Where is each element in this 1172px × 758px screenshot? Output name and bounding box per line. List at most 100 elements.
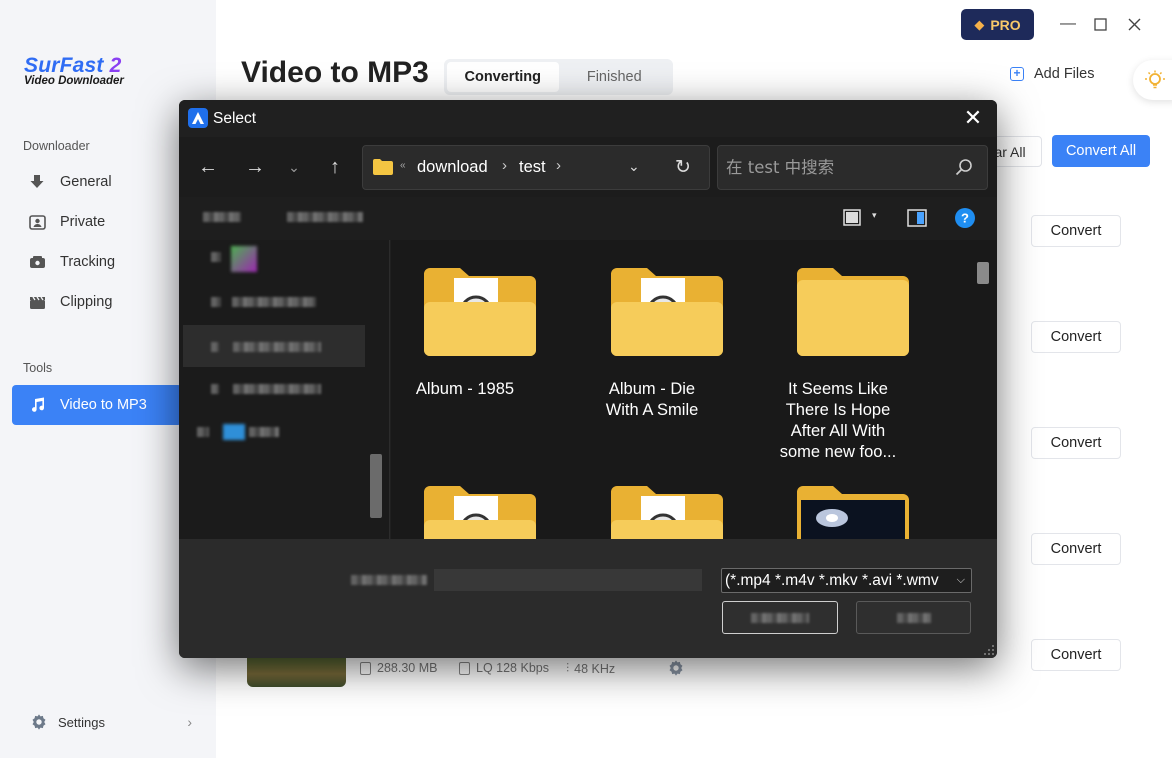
media-folder-icon — [424, 486, 536, 539]
settings-button[interactable]: Settings › — [30, 710, 192, 734]
file-list: Album - 1985 Album - Die With A Smile It… — [391, 240, 997, 539]
app-logo: SurFast 2 Video Downloader — [24, 54, 144, 94]
app-icon — [188, 108, 208, 128]
sidebar-item-label: General — [60, 174, 112, 190]
pro-upgrade-button[interactable]: ◆ PRO — [961, 9, 1034, 40]
address-bar[interactable]: « download › test › ⌄ ↻ — [362, 145, 710, 190]
nav-pane-item-blurred[interactable] — [233, 342, 321, 352]
file-list-scrollbar[interactable] — [977, 262, 989, 284]
folder-item[interactable] — [391, 458, 540, 539]
convert-button[interactable]: Convert — [1031, 427, 1121, 459]
filename-input[interactable] — [434, 569, 702, 591]
search-input[interactable] — [726, 146, 946, 189]
item-settings-icon[interactable] — [667, 659, 685, 677]
organize-button-blurred[interactable] — [203, 212, 241, 222]
tips-button[interactable] — [1133, 60, 1172, 100]
audio-quality: LQ 128 Kbps — [459, 661, 549, 675]
add-files-label: Add Files — [1034, 66, 1095, 82]
convert-all-button[interactable]: Convert All — [1052, 135, 1150, 167]
breadcrumb-test[interactable]: test — [519, 158, 546, 177]
breadcrumb-chevron-icon[interactable]: › — [502, 157, 507, 174]
private-user-icon — [28, 213, 46, 231]
media-folder-icon — [424, 268, 536, 356]
page-title: Video to MP3 — [241, 56, 429, 89]
file-type-value: (*.mp4 *.m4v *.mkv *.avi *.wmv — [725, 572, 939, 589]
file-type-select[interactable]: (*.mp4 *.m4v *.mkv *.avi *.wmv ⌵ — [721, 568, 972, 593]
nav-pane-item-blurred[interactable] — [211, 252, 221, 262]
view-options-icon[interactable] — [842, 207, 864, 229]
sidebar-item-video-to-mp3[interactable]: Video to MP3 — [12, 385, 182, 425]
maximize-button[interactable] — [1090, 14, 1110, 34]
folder-item[interactable]: It Seems Like There Is Hope After All Wi… — [763, 240, 913, 461]
lightbulb-icon — [1145, 70, 1165, 89]
refresh-icon[interactable]: ↻ — [675, 156, 691, 179]
folder-item[interactable] — [577, 458, 727, 539]
logo-version: 2 — [109, 54, 122, 77]
quality-icon — [459, 661, 470, 675]
sidebar-item-general[interactable]: General — [12, 162, 182, 202]
breadcrumb-download[interactable]: download — [417, 158, 488, 177]
nav-pane-scrollbar[interactable] — [370, 454, 382, 518]
view-dropdown-icon[interactable]: ▾ — [872, 210, 877, 221]
status-tabs: Converting Finished — [444, 59, 673, 95]
folder-item[interactable] — [763, 458, 913, 539]
dialog-title: Select — [213, 110, 257, 127]
nav-pane-item-blurred[interactable] — [197, 427, 209, 437]
sidebar-item-label: Video to MP3 — [60, 397, 147, 413]
breadcrumb-chevron-icon[interactable]: › — [556, 157, 561, 174]
folder-item[interactable]: Album - Die With A Smile — [577, 240, 727, 430]
address-dropdown-icon[interactable]: ⌄ — [628, 158, 640, 175]
tab-finished[interactable]: Finished — [559, 62, 671, 92]
svg-text:?: ? — [961, 211, 969, 226]
convert-button[interactable]: Convert — [1031, 639, 1121, 671]
nav-pane-item-blurred[interactable] — [211, 384, 219, 394]
window-close-button[interactable] — [1124, 14, 1144, 34]
chevron-right-icon: › — [187, 714, 192, 730]
file-icon — [360, 661, 371, 675]
dialog-close-button[interactable]: ✕ — [961, 106, 985, 130]
tab-converting[interactable]: Converting — [447, 62, 559, 92]
pro-label: PRO — [990, 16, 1021, 33]
convert-button[interactable]: Convert — [1031, 533, 1121, 565]
convert-button[interactable]: Convert — [1031, 215, 1121, 247]
sidebar-item-private[interactable]: Private — [12, 202, 182, 242]
dialog-navigation-pane — [179, 240, 390, 539]
tracking-icon — [28, 253, 46, 271]
search-icon[interactable] — [954, 157, 974, 177]
video-thumbnail — [247, 654, 346, 687]
back-arrow-icon[interactable]: ← — [196, 155, 220, 179]
close-icon — [1128, 18, 1140, 30]
open-button[interactable] — [722, 601, 838, 634]
recent-locations-chevron-icon[interactable]: ⌄ — [282, 155, 306, 179]
up-arrow-icon[interactable]: ↑ — [323, 155, 347, 179]
resize-grip-icon[interactable] — [983, 644, 995, 656]
clapperboard-icon — [28, 293, 46, 311]
add-files-button[interactable]: + Add Files — [1010, 66, 1094, 82]
nav-pane-item-blurred[interactable] — [249, 427, 279, 437]
new-folder-button-blurred[interactable] — [287, 212, 363, 222]
media-folder-icon — [611, 486, 723, 539]
sidebar-item-label: Tracking — [60, 254, 116, 270]
nav-pane-item-blurred[interactable] — [232, 297, 316, 307]
nav-pane-item-blurred[interactable] — [211, 342, 219, 352]
sidebar-item-clipping[interactable]: Clipping — [12, 282, 182, 322]
minimize-button[interactable]: — — [1058, 14, 1078, 34]
logo-title: SurFast — [24, 54, 104, 77]
cancel-button[interactable] — [856, 601, 971, 634]
download-arrow-icon — [28, 173, 46, 191]
folder-icon — [797, 268, 909, 356]
nav-pane-item-blurred[interactable] — [233, 384, 321, 394]
breadcrumb-overflow-icon[interactable]: « — [400, 160, 406, 171]
open-button-label-blurred — [751, 613, 809, 623]
folder-item[interactable]: Album - 1985 — [391, 240, 540, 430]
nav-pane-app-icon-blurred — [231, 246, 257, 272]
help-icon[interactable]: ? — [954, 207, 976, 229]
forward-arrow-icon[interactable]: → — [243, 155, 267, 179]
convert-button[interactable]: Convert — [1031, 321, 1121, 353]
preview-pane-icon[interactable] — [906, 207, 928, 229]
search-box — [717, 145, 988, 190]
sidebar-item-tracking[interactable]: Tracking — [12, 242, 182, 282]
tools-section-label: Tools — [23, 361, 53, 375]
nav-pane-item-blurred[interactable] — [211, 297, 221, 307]
cancel-button-label-blurred — [897, 613, 931, 623]
